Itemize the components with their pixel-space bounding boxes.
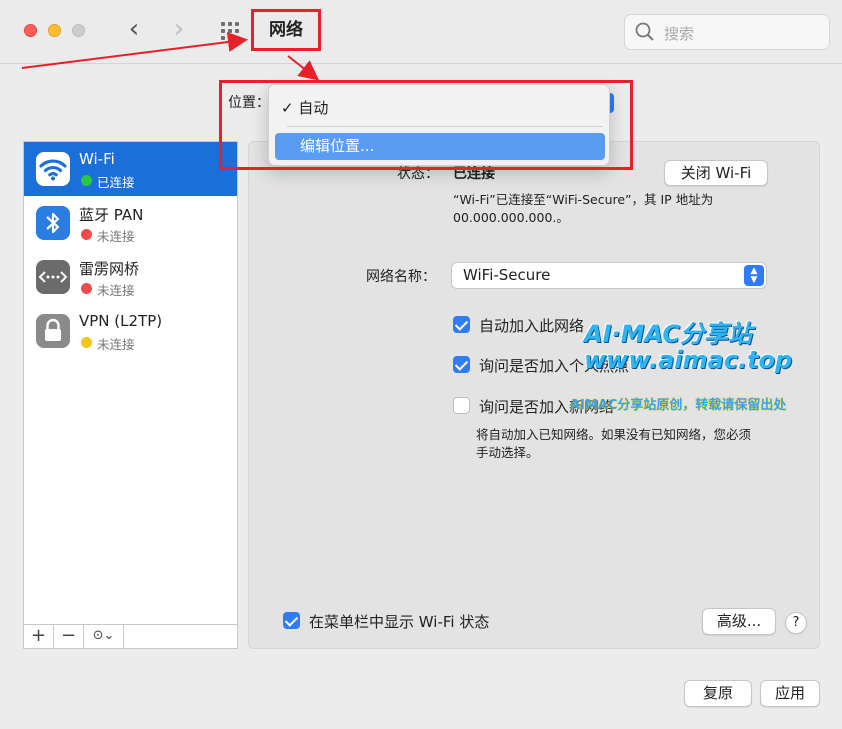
- service-name: 雷雳网桥: [79, 260, 140, 278]
- search-field[interactable]: 搜索: [624, 14, 830, 50]
- service-status: 已连接: [97, 175, 135, 190]
- zoom-window-button[interactable]: [72, 24, 85, 37]
- ask-join-description-2: 手动选择。: [476, 445, 539, 460]
- watermark-notice: AIMAC分享站原创，转载请保留出处: [570, 398, 787, 413]
- service-status: 未连接: [97, 229, 135, 244]
- service-item-thunderbolt-bridge[interactable]: 雷雳网桥 未连接: [24, 250, 237, 304]
- status-description: “Wi-Fi”已连接至“WiFi-Secure”，其 IP 地址为: [453, 192, 714, 207]
- status-dot: [81, 283, 92, 294]
- advanced-button[interactable]: 高级...: [702, 608, 776, 635]
- wifi-icon: [36, 152, 70, 186]
- ask-join-hotspot-checkbox[interactable]: [453, 356, 470, 373]
- service-name: VPN (L2TP): [79, 312, 163, 330]
- help-button[interactable]: ?: [785, 612, 807, 634]
- show-in-menubar-checkbox[interactable]: [283, 612, 300, 629]
- service-list-toolbar: + − ⊙⌄: [23, 624, 238, 649]
- service-name: Wi-Fi: [79, 150, 115, 168]
- status-dot: [81, 337, 92, 348]
- minimize-window-button[interactable]: [48, 24, 61, 37]
- show-all-grid-icon[interactable]: [221, 22, 243, 40]
- auto-join-checkbox[interactable]: [453, 316, 470, 333]
- thunderbolt-bridge-icon: [36, 260, 70, 294]
- network-name-select[interactable]: WiFi-Secure ▲ ▼: [451, 262, 767, 289]
- service-item-wifi[interactable]: Wi-Fi 已连接: [24, 142, 237, 196]
- watermark-url: www.aimac.top: [584, 346, 793, 374]
- select-arrows-icon: ▲ ▼: [744, 265, 764, 286]
- ask-join-new-checkbox[interactable]: [453, 397, 470, 414]
- apply-button[interactable]: 应用: [760, 680, 820, 707]
- ask-join-description: 将自动加入已知网络。如果没有已知网络，您必须: [476, 427, 752, 442]
- network-name-label: 网络名称：: [366, 269, 436, 285]
- status-dot: [81, 229, 92, 240]
- service-list: Wi-Fi 已连接 蓝牙 PAN 未连接 雷雳网桥 未连接 VPN (L2TP)…: [23, 141, 238, 625]
- turn-off-wifi-button[interactable]: 关闭 Wi-Fi: [664, 160, 768, 186]
- remove-service-button[interactable]: −: [54, 625, 84, 648]
- service-name: 蓝牙 PAN: [79, 206, 144, 224]
- service-item-vpn[interactable]: VPN (L2TP) 未连接: [24, 304, 237, 358]
- service-status: 未连接: [97, 337, 135, 352]
- search-placeholder: 搜索: [664, 25, 695, 43]
- auto-join-label: 自动加入此网络: [479, 317, 585, 335]
- forward-chevron-icon[interactable]: ›: [168, 16, 190, 44]
- window-title: 网络: [251, 9, 321, 51]
- action-menu-button[interactable]: ⊙⌄: [84, 625, 124, 648]
- service-status: 未连接: [97, 283, 135, 298]
- bluetooth-icon: [36, 206, 70, 240]
- network-name-value: WiFi-Secure: [463, 266, 551, 284]
- annotation-box: [219, 80, 633, 170]
- lock-icon: [36, 314, 70, 348]
- status-dot: [81, 175, 92, 186]
- ip-address: 00.000.000.000.。: [453, 210, 569, 225]
- revert-button[interactable]: 复原: [684, 680, 752, 707]
- close-window-button[interactable]: [24, 24, 37, 37]
- add-service-button[interactable]: +: [24, 625, 54, 648]
- back-chevron-icon[interactable]: ‹: [123, 16, 145, 44]
- search-icon: [635, 22, 654, 41]
- watermark-title: AI·MAC分享站: [584, 320, 752, 348]
- show-in-menubar-label: 在菜单栏中显示 Wi-Fi 状态: [309, 613, 490, 631]
- service-item-bluetooth-pan[interactable]: 蓝牙 PAN 未连接: [24, 196, 237, 250]
